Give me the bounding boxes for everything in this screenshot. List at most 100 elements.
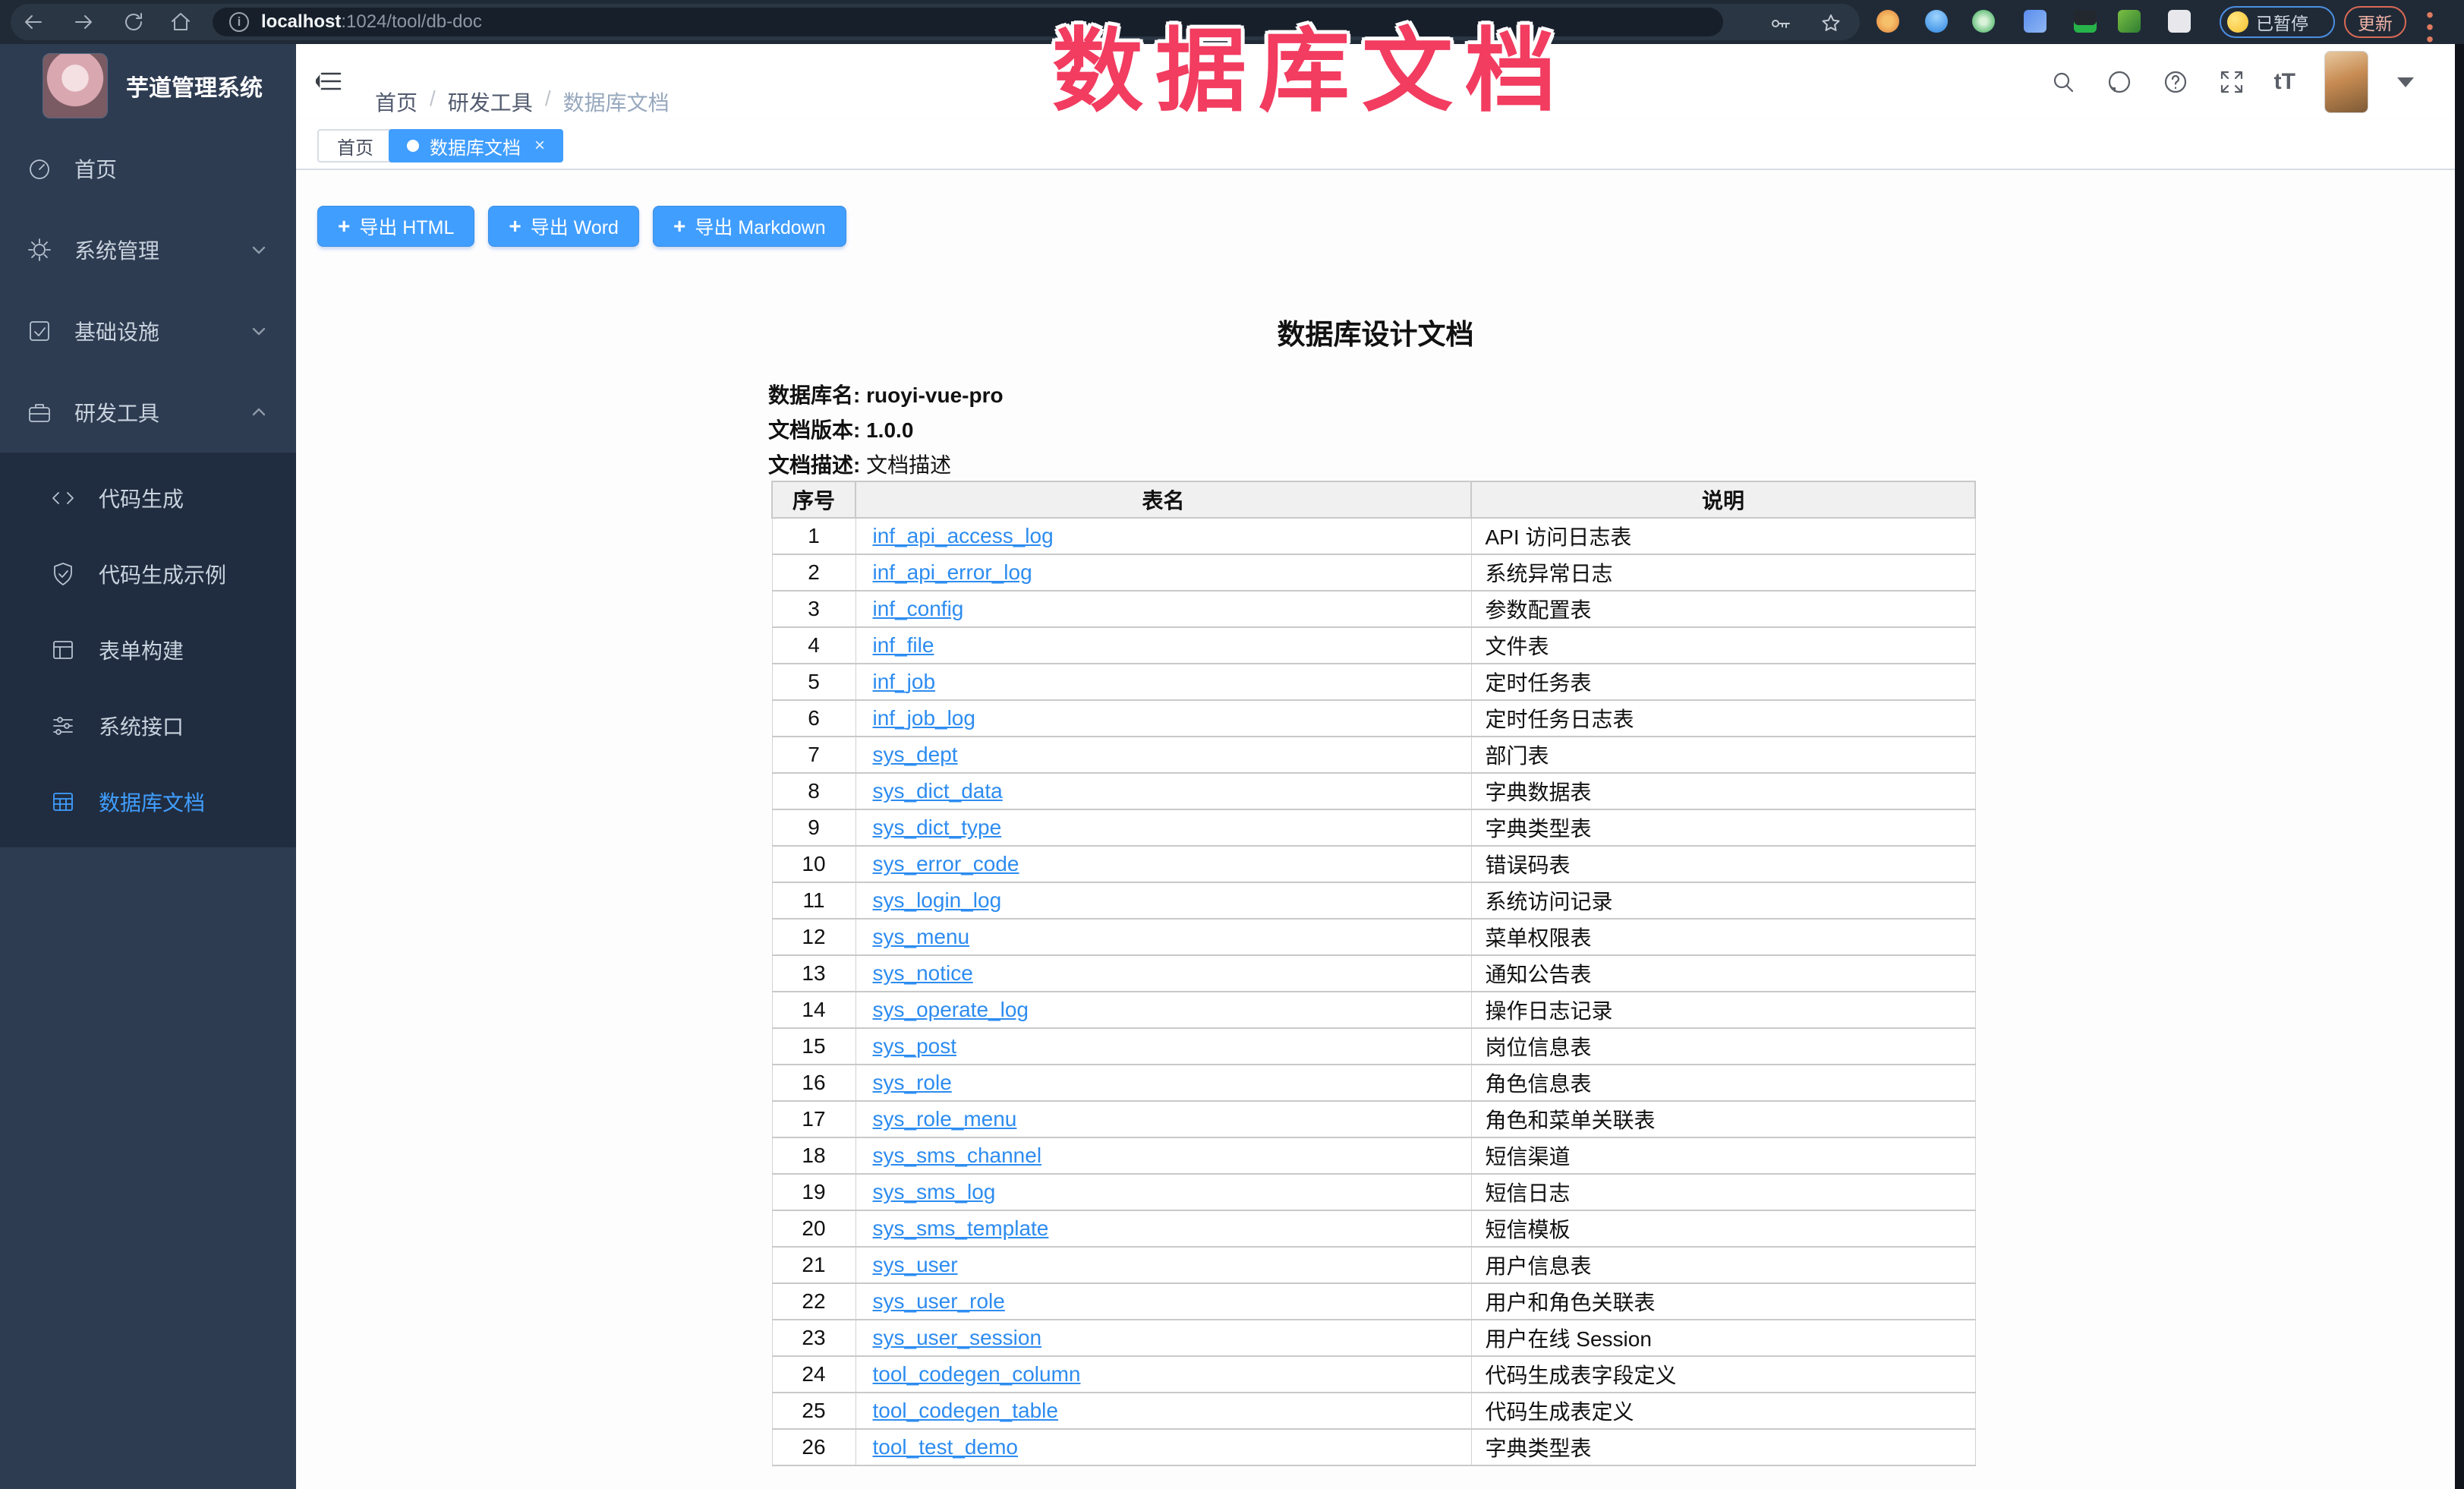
table-name-link[interactable]: inf_config — [873, 597, 964, 620]
search-icon[interactable] — [2050, 68, 2077, 96]
table-name-link[interactable]: sys_error_code — [873, 852, 1019, 875]
sidebar-item-devtools[interactable]: 研发工具 — [0, 371, 296, 453]
sidebar-item-label: 系统接口 — [99, 711, 184, 741]
url-path: :1024/tool/db-doc — [341, 11, 481, 32]
table-name-link[interactable]: inf_file — [873, 633, 934, 657]
row-table-name: sys_dept — [855, 737, 1471, 773]
sidebar-item-codegen[interactable]: 代码生成 — [0, 460, 296, 536]
row-description: 定时任务日志表 — [1471, 700, 1975, 737]
table-name-link[interactable]: sys_notice — [873, 961, 973, 985]
table-name-link[interactable]: sys_user_role — [873, 1289, 1005, 1313]
browser-home-button[interactable] — [169, 10, 193, 34]
bookmark-star-icon[interactable] — [1820, 13, 1842, 34]
sidebar-collapse-icon[interactable] — [316, 67, 345, 96]
table-name-link[interactable]: sys_sms_log — [873, 1180, 996, 1204]
table-name-link[interactable]: sys_sms_template — [873, 1216, 1049, 1240]
table-row: 12 sys_menu 菜单权限表 — [772, 919, 1975, 955]
browser-update-button[interactable]: 更新 — [2344, 6, 2406, 38]
sidebar-item-codegen-example[interactable]: 代码生成示例 — [0, 536, 296, 612]
table-row: 25 tool_codegen_table 代码生成表定义 — [772, 1393, 1975, 1429]
table-row: 10 sys_error_code 错误码表 — [772, 846, 1975, 882]
extension-icon-2[interactable] — [1925, 10, 1948, 33]
export-word-button[interactable]: + 导出 Word — [488, 206, 639, 247]
gear-icon — [26, 236, 53, 263]
sidebar-item-system[interactable]: 系统管理 — [0, 209, 296, 290]
browser-menu-icon[interactable]: ••• — [2426, 8, 2434, 36]
table-name-link[interactable]: sys_sms_channel — [873, 1144, 1042, 1167]
tag-home[interactable]: 首页 — [317, 129, 393, 162]
table-name-link[interactable]: sys_operate_log — [873, 998, 1029, 1021]
table-name-link[interactable]: sys_login_log — [873, 888, 1002, 912]
url-text: localhost:1024/tool/db-doc — [261, 11, 482, 33]
extension-icon-1[interactable] — [1876, 10, 1899, 33]
table-name-link[interactable]: inf_api_error_log — [873, 560, 1032, 584]
table-row: 15 sys_post 岗位信息表 — [772, 1028, 1975, 1065]
sidebar-item-home[interactable]: 首页 — [0, 128, 296, 209]
table-name-link[interactable]: inf_job_log — [873, 706, 975, 730]
table-name-link[interactable]: sys_dict_type — [873, 815, 1002, 839]
table-name-link[interactable]: sys_role_menu — [873, 1107, 1017, 1131]
sidebar-item-infra[interactable]: 基础设施 — [0, 290, 296, 371]
export-html-button[interactable]: + 导出 HTML — [317, 206, 474, 247]
dashboard-icon — [26, 155, 53, 182]
help-icon[interactable] — [2162, 68, 2189, 96]
user-avatar[interactable] — [2324, 51, 2368, 113]
avatar-caret-icon[interactable] — [2397, 77, 2414, 87]
breadcrumb-devtools[interactable]: 研发工具 — [448, 87, 533, 117]
button-label: 导出 Markdown — [695, 213, 825, 240]
sidebar-item-form-builder[interactable]: 表单构建 — [0, 612, 296, 688]
table-name-link[interactable]: sys_user — [873, 1253, 958, 1276]
extension-icon-3[interactable] — [1972, 10, 1995, 33]
sidebar-item-label: 首页 — [74, 153, 117, 184]
extension-icon-6[interactable] — [2118, 10, 2141, 33]
extension-icon-5[interactable] — [2074, 10, 2097, 33]
table-name-link[interactable]: tool_codegen_column — [873, 1362, 1081, 1386]
sidebar-item-label: 表单构建 — [99, 635, 184, 665]
font-size-icon[interactable]: tT — [2274, 69, 2295, 95]
sidebar: 芋道管理系统 首页 系统管理 基础设施 研发工具 — [0, 44, 296, 1489]
page-scrollbar[interactable] — [2455, 44, 2464, 1489]
screen: i localhost:1024/tool/db-doc 已暂停 更新 ••• … — [0, 0, 2464, 1489]
table-name-link[interactable]: tool_test_demo — [873, 1435, 1018, 1459]
export-markdown-button[interactable]: + 导出 Markdown — [653, 206, 846, 247]
tables-overview-table: 序号 表名 说明 1 inf_api_access_log API 访问日志表 … — [771, 481, 1976, 1466]
row-index: 6 — [772, 700, 855, 737]
table-name-link[interactable]: sys_user_session — [873, 1326, 1042, 1349]
sidebar-item-system-api[interactable]: 系统接口 — [0, 688, 296, 764]
breadcrumb: 首页 / 研发工具 / 数据库文档 — [375, 87, 670, 117]
extension-puzzle-icon[interactable] — [2168, 10, 2191, 33]
github-icon[interactable] — [2106, 68, 2133, 96]
password-key-icon[interactable] — [1770, 13, 1791, 34]
extension-paused-badge[interactable]: 已暂停 — [2220, 6, 2335, 38]
row-table-name: sys_sms_log — [855, 1174, 1471, 1210]
table-name-link[interactable]: inf_job — [873, 670, 936, 693]
browser-reload-button[interactable] — [121, 10, 146, 34]
table-name-link[interactable]: sys_dept — [873, 743, 958, 766]
table-name-link[interactable]: sys_post — [873, 1034, 957, 1058]
app-title: 芋道管理系统 — [126, 69, 263, 103]
row-table-name: inf_job — [855, 664, 1471, 700]
table-name-link[interactable]: sys_menu — [873, 925, 970, 948]
export-toolbar: + 导出 HTML + 导出 Word + 导出 Markdown — [317, 206, 846, 247]
extension-icon-4[interactable] — [2024, 10, 2047, 33]
tag-close-icon[interactable]: × — [534, 135, 545, 156]
table-name-link[interactable]: sys_role — [873, 1071, 952, 1094]
sidebar-submenu-devtools: 代码生成 代码生成示例 表单构建 系统接口 数据库文档 — [0, 453, 296, 847]
meta-label: 文档描述: — [768, 453, 860, 477]
row-index: 5 — [772, 664, 855, 700]
breadcrumb-home[interactable]: 首页 — [375, 87, 417, 117]
tag-db-doc[interactable]: 数据库文档 × — [389, 129, 563, 162]
site-info-icon[interactable]: i — [229, 12, 249, 32]
app-logo-row[interactable]: 芋道管理系统 — [0, 44, 296, 128]
table-row: 8 sys_dict_data 字典数据表 — [772, 773, 1975, 809]
table-name-link[interactable]: sys_dict_data — [873, 779, 1003, 803]
fullscreen-icon[interactable] — [2218, 68, 2245, 96]
sidebar-item-db-doc[interactable]: 数据库文档 — [0, 764, 296, 840]
table-name-link[interactable]: inf_api_access_log — [873, 524, 1054, 547]
table-name-link[interactable]: tool_codegen_table — [873, 1399, 1058, 1422]
chevron-down-icon — [249, 240, 269, 260]
row-table-name: sys_login_log — [855, 882, 1471, 919]
row-description: 代码生成表定义 — [1471, 1393, 1975, 1429]
browser-forward-button[interactable] — [71, 10, 96, 34]
browser-back-button[interactable] — [21, 10, 46, 34]
